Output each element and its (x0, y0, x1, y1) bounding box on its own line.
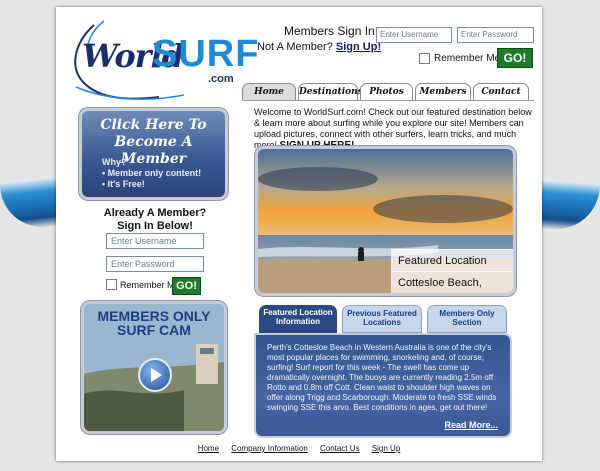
worldsurf-logo[interactable]: World SURF .com (64, 13, 258, 101)
sidebar-password-input[interactable]: Enter Password (106, 256, 204, 272)
header-username-input[interactable]: Enter Username (376, 27, 452, 43)
sidebar-remember-checkbox[interactable] (106, 279, 117, 290)
page-container: World SURF .com Members Sign In: Not A M… (56, 7, 542, 461)
tab-members[interactable]: Members (415, 83, 471, 101)
surf-cam-title: MEMBERS ONLY SURF CAM (84, 309, 224, 337)
footer-link-sign-up[interactable]: Sign Up (372, 444, 400, 453)
tab-members-only-section[interactable]: Members Only Section (427, 305, 507, 333)
surfcam-line1: MEMBERS ONLY (97, 308, 211, 324)
surfcam-line2: SURF CAM (117, 322, 191, 338)
surf-cam-video[interactable]: MEMBERS ONLY SURF CAM (84, 304, 224, 431)
members-signin-title: Members Sign In: (284, 24, 379, 38)
info-panel: Perth's Cottesloe Beach in Western Austr… (256, 335, 510, 436)
already-line2: Sign In Below! (117, 220, 193, 232)
sidebar-go-button[interactable]: GO! (172, 277, 201, 295)
tab-contact[interactable]: Contact (473, 83, 529, 101)
footer-link-contact-us[interactable]: Contact Us (320, 444, 360, 453)
become-title-line1: Click Here To (100, 117, 207, 133)
why-bullet-1: • Member only content! (102, 168, 202, 178)
surf-report-text: Perth's Cottesloe Beach in Western Austr… (267, 343, 497, 412)
tab-previous-featured-locations[interactable]: Previous Featured Locations (342, 305, 422, 333)
welcome-text: Welcome to WorldSurf.com! Check out our … (254, 107, 534, 151)
tab-home[interactable]: Home (242, 83, 296, 101)
play-icon[interactable] (138, 358, 172, 392)
sidebar-username-input[interactable]: Enter Username (106, 233, 204, 249)
already-member-heading: Already A Member? Sign In Below! (96, 207, 214, 233)
footer-link-home[interactable]: Home (198, 444, 219, 453)
read-more-link[interactable]: Read More... (444, 420, 498, 430)
tab-destinations[interactable]: Destinations (298, 83, 363, 101)
logo-surf-text: SURF (152, 33, 260, 75)
nav-divider (244, 100, 534, 101)
tab-featured-location-info[interactable]: Featured Location Information (259, 305, 337, 337)
footer-links: Home Company Information Contact Us Sign… (56, 444, 542, 453)
sidebar-remember-me[interactable]: Remember Me (106, 279, 180, 290)
header-go-button[interactable]: GO! (497, 48, 533, 68)
header-signup-link[interactable]: Sign Up! (336, 41, 381, 53)
logo-com-text: .com (208, 73, 234, 85)
why-bullet-2: • It's Free! (102, 179, 145, 189)
header-password-input[interactable]: Enter Password (457, 27, 534, 43)
header-remember-me[interactable]: Remember Me (419, 53, 500, 64)
already-line1: Already A Member? (103, 207, 207, 219)
become-member-why: Why? • Member only content! • It's Free! (102, 157, 201, 190)
become-member-button[interactable]: Click Here To Become A Member Why? • Mem… (82, 111, 225, 197)
remember-me-checkbox[interactable] (419, 53, 430, 64)
footer-link-company-info[interactable]: Company Information (231, 444, 307, 453)
sidebar-remember-label: Remember Me (120, 279, 180, 290)
featured-location-image[interactable]: Featured Location Cottesloe Beach, Perth (258, 149, 513, 293)
not-member-label: Not A Member? (257, 41, 333, 53)
tab-photos[interactable]: Photos (360, 83, 413, 101)
featured-location-name: Cottesloe Beach, Perth (391, 271, 513, 293)
remember-me-label: Remember Me (434, 53, 501, 64)
why-label: Why? (102, 157, 127, 167)
not-member-text: Not A Member? Sign Up! (257, 41, 381, 53)
featured-location-label: Featured Location (391, 249, 513, 272)
